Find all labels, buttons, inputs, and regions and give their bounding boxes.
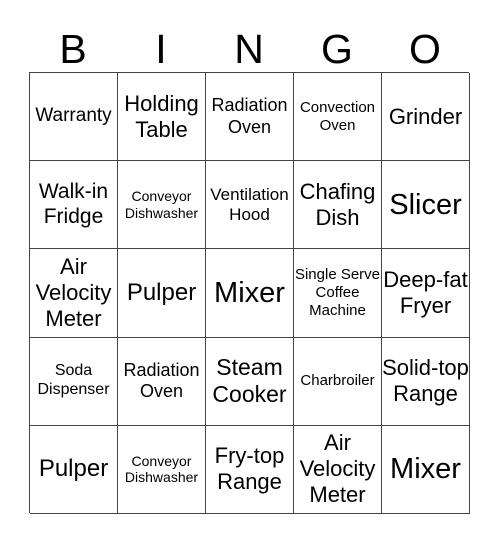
bingo-cell[interactable]: Charbroiler	[294, 337, 382, 426]
cell-label: Air Velocity Meter	[299, 430, 376, 508]
cell-label: Mixer	[214, 276, 285, 309]
bingo-cell[interactable]: Air Velocity Meter	[294, 425, 382, 514]
bingo-header: B I N G O	[29, 26, 469, 72]
bingo-cell[interactable]: Radiation Oven	[118, 337, 206, 426]
bingo-cell[interactable]: Convection Oven	[294, 73, 382, 162]
bingo-cell[interactable]: Ventilation Hood	[206, 161, 294, 250]
bingo-cell[interactable]: Chafing Dish	[294, 161, 382, 250]
bingo-cell[interactable]: Mixer	[382, 425, 470, 514]
bingo-cell[interactable]: Solid-top Range	[382, 337, 470, 426]
cell-label: Charbroiler	[300, 372, 375, 390]
cell-label: Conveyor Dishwasher	[124, 452, 199, 486]
bingo-cell[interactable]: Warranty	[30, 73, 118, 162]
cell-label: Convection Oven	[299, 98, 376, 134]
bingo-cell[interactable]: Holding Table	[118, 73, 206, 162]
bingo-cell[interactable]: Mixer	[206, 249, 294, 338]
bingo-cell[interactable]: Conveyor Dishwasher	[118, 161, 206, 250]
header-letter-i: I	[155, 26, 167, 72]
bingo-cell[interactable]: Air Velocity Meter	[30, 249, 118, 338]
bingo-cell[interactable]: Radiation Oven	[206, 73, 294, 162]
bingo-cell[interactable]: Conveyor Dishwasher	[118, 425, 206, 514]
header-letter-n: N	[234, 26, 264, 72]
cell-label: Soda Dispenser	[37, 362, 110, 399]
bingo-cell[interactable]: Fry-top Range	[206, 425, 294, 514]
bingo-cell[interactable]: Slicer	[382, 161, 470, 250]
bingo-cell[interactable]: Single Serve Coffee Machine	[294, 249, 382, 338]
bingo-cell[interactable]: Pulper	[118, 249, 206, 338]
header-letter-o: O	[409, 26, 441, 72]
cell-label: Deep-fat Fryer	[383, 267, 468, 318]
cell-label: Fry-top Range	[214, 443, 285, 495]
cell-label: Chafing Dish	[299, 178, 376, 230]
bingo-grid: Warranty Holding Table Radiation Oven Conve…	[29, 72, 470, 514]
cell-label: Warranty	[35, 105, 112, 127]
cell-label: Radiation Oven	[123, 359, 200, 402]
cell-label: Solid-top Range	[382, 355, 469, 407]
bingo-cell[interactable]: Soda Dispenser	[30, 337, 118, 426]
cell-label: Walk-in Fridge	[38, 180, 109, 228]
header-letter-g: G	[321, 26, 353, 72]
cell-label: Air Velocity Meter	[35, 254, 112, 331]
cell-label: Ventilation Hood	[210, 184, 289, 224]
cell-label: Steam Cooker	[212, 354, 287, 408]
cell-label: Pulper	[38, 455, 109, 483]
bingo-cell[interactable]: Pulper	[30, 425, 118, 514]
cell-label: Mixer	[390, 453, 461, 486]
cell-label: Single Serve Coffee Machine	[294, 266, 381, 319]
bingo-cell[interactable]: Deep-fat Fryer	[382, 249, 470, 338]
bingo-cell[interactable]: Steam Cooker	[206, 337, 294, 426]
cell-label: Grinder	[388, 103, 463, 129]
bingo-cell[interactable]: Grinder	[382, 73, 470, 162]
cell-label: Conveyor Dishwasher	[124, 188, 199, 221]
bingo-cell[interactable]: Walk-in Fridge	[30, 161, 118, 250]
header-letter-b: B	[59, 26, 87, 72]
cell-label: Slicer	[389, 188, 462, 221]
cell-label: Radiation Oven	[211, 95, 288, 137]
cell-label: Holding Table	[124, 90, 199, 142]
cell-label: Pulper	[126, 278, 197, 306]
